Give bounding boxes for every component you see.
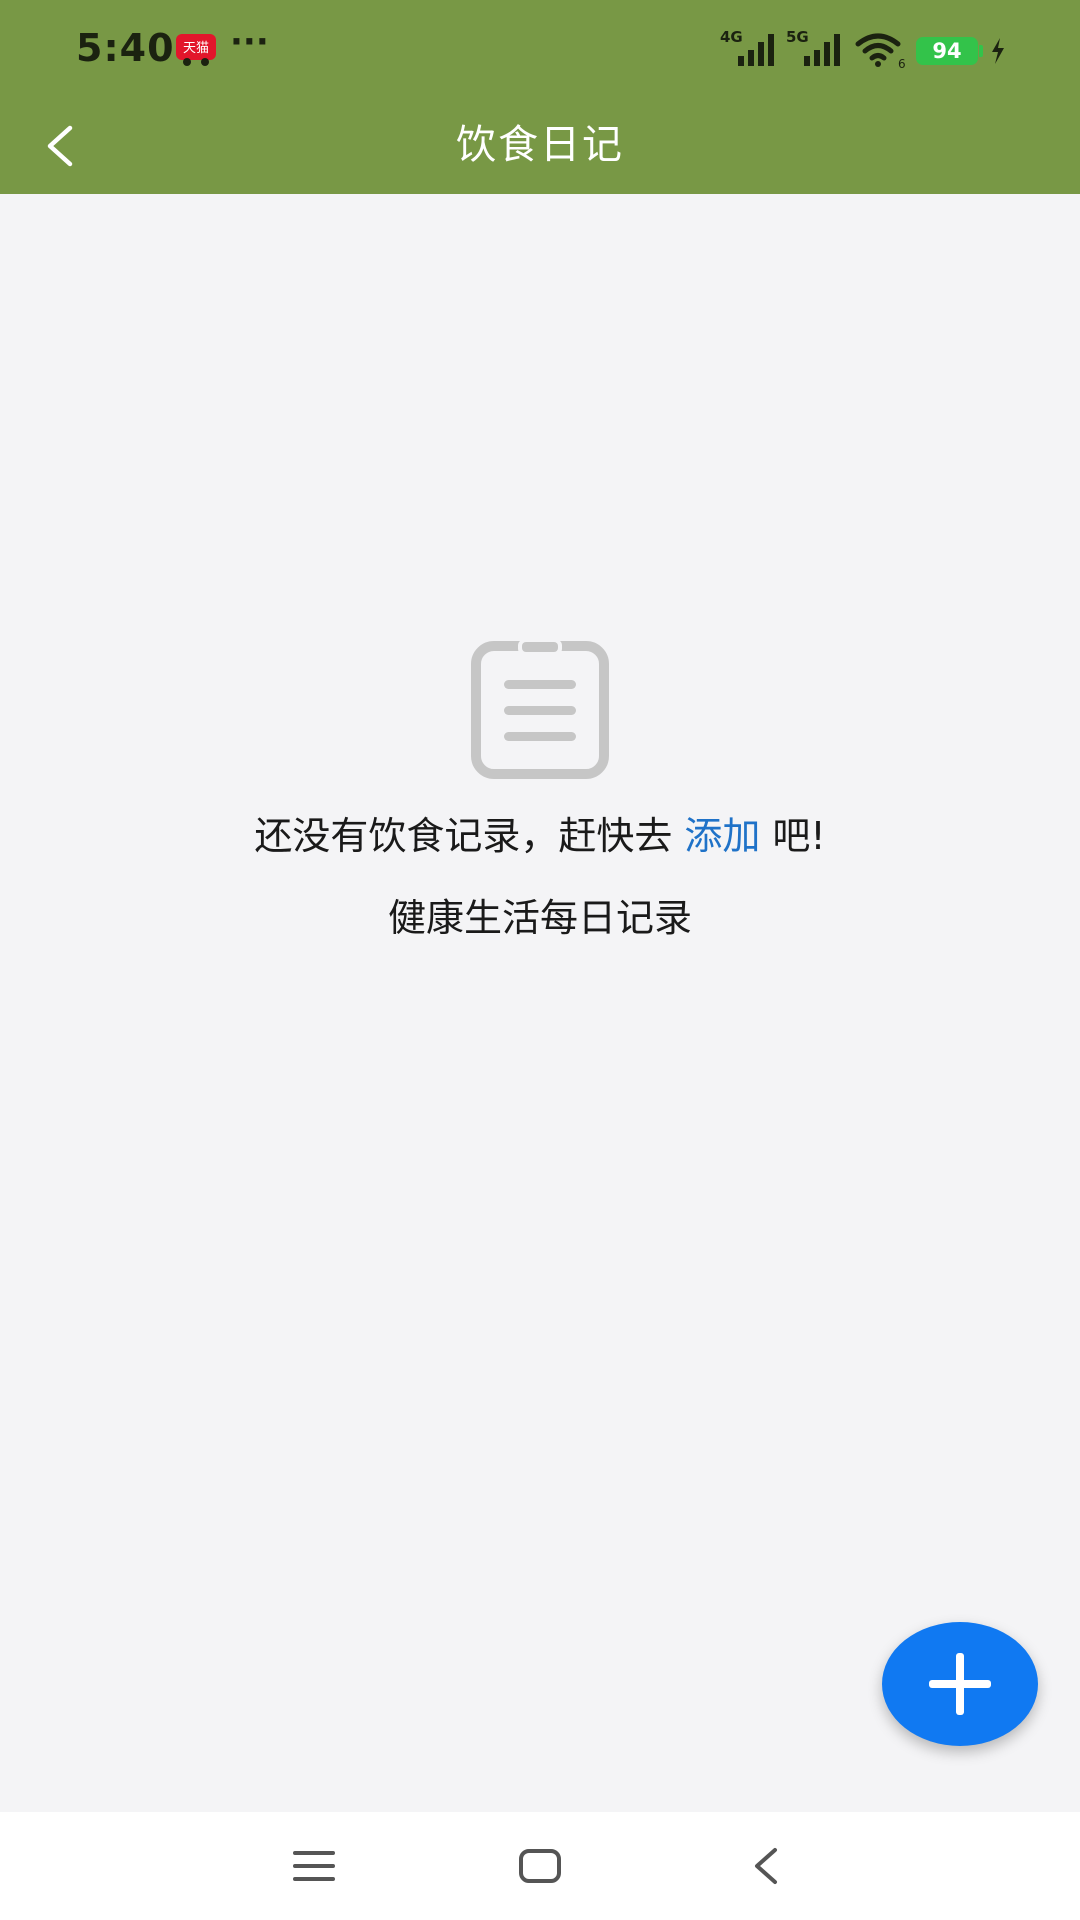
back-icon — [755, 1848, 777, 1884]
empty-state: 还没有饮食记录，赶快去 添加 吧! 健康生活每日记录 — [0, 640, 1080, 946]
home-icon — [519, 1849, 561, 1883]
battery-tip — [979, 45, 983, 57]
wifi-icon: 6 — [855, 33, 906, 70]
empty-subtitle: 健康生活每日记录 — [387, 896, 692, 940]
clipboard-icon — [471, 640, 609, 779]
add-record-button[interactable] — [882, 1622, 1038, 1746]
system-back-button[interactable] — [736, 1836, 796, 1896]
status-time: 5:40 — [76, 26, 175, 70]
add-link[interactable]: 添加 — [684, 814, 760, 858]
wifi-sub-label: 6 — [898, 57, 906, 70]
back-button[interactable] — [24, 110, 96, 182]
plus-icon — [929, 1653, 991, 1715]
signal-4g-icon: 4G — [720, 28, 774, 66]
nav-bar: 饮食日记 — [0, 96, 1080, 194]
empty-message: 还没有饮食记录，赶快去 添加 吧! — [0, 808, 1080, 864]
page-title: 饮食日记 — [456, 122, 624, 168]
tmall-badge-text: 天猫 — [183, 41, 209, 56]
chevron-left-icon — [47, 125, 73, 167]
menu-button[interactable] — [284, 1836, 344, 1896]
more-notifications-icon: ··· — [230, 22, 269, 62]
signal-5g-icon: 5G — [786, 28, 840, 66]
tmall-app-icon: 天猫 — [176, 34, 216, 66]
net-4g-label: 4G — [720, 28, 743, 46]
home-button[interactable] — [510, 1836, 570, 1896]
menu-icon — [293, 1851, 335, 1881]
empty-message-suffix: 吧! — [772, 814, 826, 858]
battery-indicator: 94 — [916, 37, 978, 65]
charging-icon — [992, 38, 1004, 64]
net-5g-label: 5G — [786, 28, 809, 46]
system-navigation-bar — [0, 1812, 1080, 1920]
empty-message-text: 还没有饮食记录，赶快去 — [254, 814, 673, 858]
app-header: 5:40 天猫 ··· 4G 5G 6 94 饮食日记 — [0, 0, 1080, 194]
status-bar: 5:40 天猫 ··· 4G 5G 6 94 — [0, 0, 1080, 96]
